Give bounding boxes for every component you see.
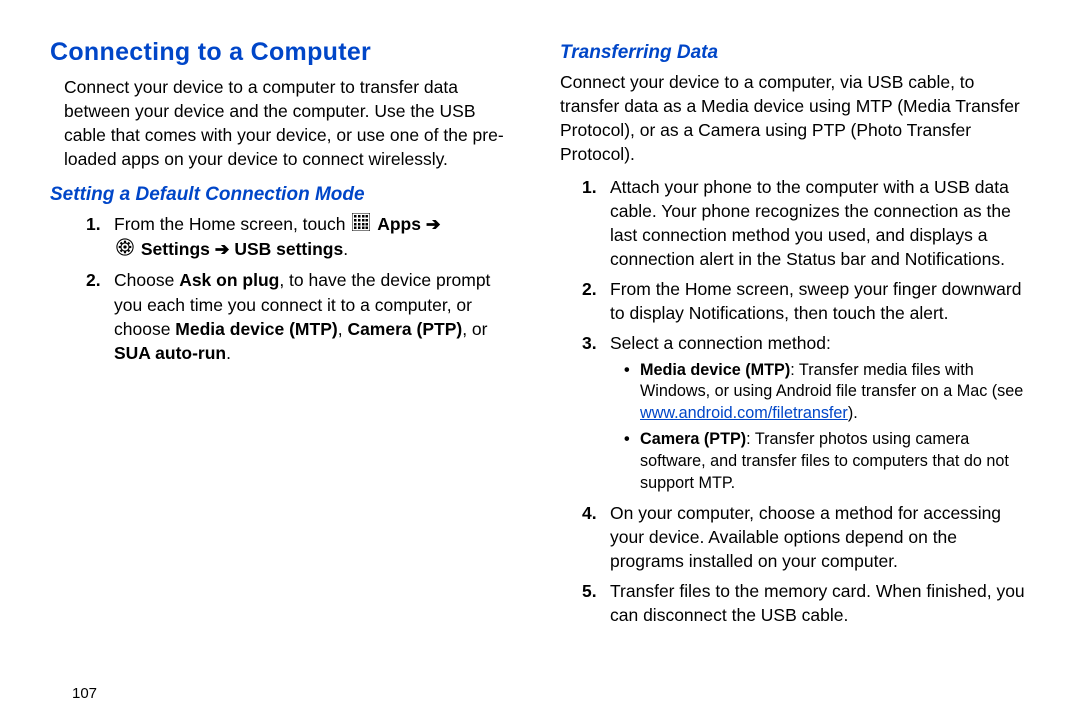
intro-paragraph: Connect your device to a computer, via U… — [560, 70, 1030, 167]
bold-text: Media device (MTP) — [175, 319, 337, 339]
bold-text: SUA auto-run — [114, 343, 226, 363]
bold-text: Camera (PTP) — [347, 319, 462, 339]
list-item: 3. Select a connection method: Media dev… — [582, 331, 1030, 494]
step-number: 2. — [86, 268, 101, 292]
page-number: 107 — [72, 685, 97, 702]
bold-text: Media device (MTP) — [640, 361, 790, 379]
list-item: 2. From the Home screen, sweep your fing… — [582, 277, 1030, 325]
list-item: 1. Attach your phone to the computer wit… — [582, 175, 1030, 272]
steps-list: 1. Attach your phone to the computer wit… — [582, 175, 1030, 628]
step-text: On your computer, choose a method for ac… — [610, 503, 1001, 571]
list-item: 5. Transfer files to the memory card. Wh… — [582, 579, 1030, 627]
bold-text: Ask on plug — [179, 270, 279, 290]
section-heading: Connecting to a Computer — [50, 38, 520, 67]
list-item: 4. On your computer, choose a method for… — [582, 501, 1030, 573]
period: . — [343, 239, 348, 259]
bold-text: Camera (PTP) — [640, 430, 746, 448]
step-text: From the Home screen, sweep your finger … — [610, 279, 1021, 323]
step-number: 4. — [582, 501, 597, 525]
step-text: Attach your phone to the computer with a… — [610, 177, 1011, 269]
subsection-heading: Transferring Data — [560, 42, 1030, 64]
step-number: 1. — [86, 212, 101, 236]
usb-settings-label: USB settings — [234, 239, 343, 259]
step-text: , or — [462, 319, 487, 339]
step-number: 5. — [582, 579, 597, 603]
list-item: 2. Choose Ask on plug, to have the devic… — [86, 268, 520, 365]
arrow-icon: ➔ — [210, 239, 234, 259]
step-number: 1. — [582, 175, 597, 199]
bullet-item: Media device (MTP): Transfer media files… — [624, 360, 1030, 426]
sub-bullets: Media device (MTP): Transfer media files… — [624, 360, 1030, 495]
bullet-text: ). — [848, 404, 858, 422]
settings-label: Settings — [141, 239, 210, 259]
apps-grid-icon — [352, 213, 370, 237]
arrow-icon: ➔ — [421, 214, 441, 234]
bullet-item: Camera (PTP): Transfer photos using came… — [624, 429, 1030, 495]
filetransfer-link[interactable]: www.android.com/filetransfer — [640, 404, 848, 422]
manual-page: Connecting to a Computer Connect your de… — [0, 0, 1080, 720]
list-item: 1. From the Home screen, touch Apps ➔ Se… — [86, 212, 520, 263]
step-text: From the Home screen, touch — [114, 214, 350, 234]
apps-label: Apps — [377, 214, 421, 234]
steps-list: 1. From the Home screen, touch Apps ➔ Se… — [86, 212, 520, 365]
step-text: Transfer files to the memory card. When … — [610, 581, 1025, 625]
step-text: . — [226, 343, 231, 363]
step-number: 2. — [582, 277, 597, 301]
subsection-heading: Setting a Default Connection Mode — [50, 184, 520, 206]
step-text: Choose — [114, 270, 179, 290]
step-number: 3. — [582, 331, 597, 355]
intro-paragraph: Connect your device to a computer to tra… — [64, 75, 520, 172]
step-text: , — [338, 319, 348, 339]
settings-gear-icon — [116, 238, 134, 262]
right-column: Transferring Data Connect your device to… — [560, 38, 1030, 700]
left-column: Connecting to a Computer Connect your de… — [50, 38, 520, 700]
step-text: Select a connection method: — [610, 333, 831, 353]
